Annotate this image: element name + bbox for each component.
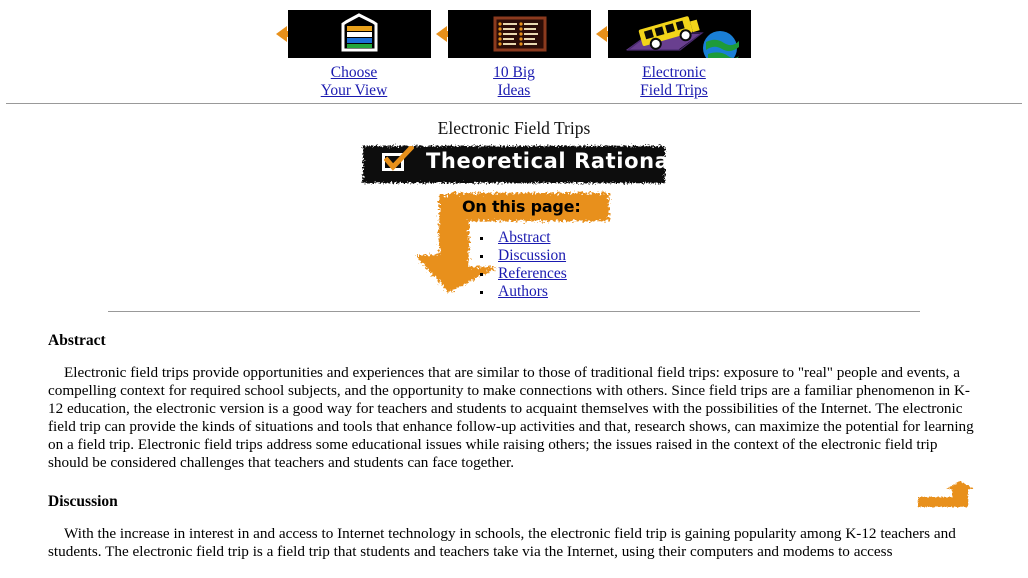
checkbox-check-icon <box>384 146 414 171</box>
list-item[interactable]: Abstract <box>477 229 567 247</box>
on-this-page-list: Abstract Discussion References Authors <box>477 229 567 301</box>
discussion-paragraph: With the increase in interest in and acc… <box>48 524 956 560</box>
on-this-page-region: On this page: Abstract Discussion Refere… <box>0 189 1028 301</box>
nav-label-line-1[interactable]: Electronic <box>640 64 708 82</box>
nav-label-choose-your-view[interactable]: Choose Your View <box>321 64 388 99</box>
on-this-page-label: On this page: <box>462 197 581 216</box>
nav-label-line-1[interactable]: Choose <box>321 64 388 82</box>
nav-thumbnail-10-big-ideas[interactable] <box>434 6 594 61</box>
nav-thumbnail-choose-your-view[interactable] <box>274 6 434 61</box>
nav-item-10-big-ideas[interactable]: 10 Big Ideas <box>434 6 594 99</box>
abstract-paragraph: Electronic field trips provide opportuni… <box>48 364 974 472</box>
nav-item-electronic-field-trips[interactable]: Electronic Field Trips <box>594 6 754 99</box>
curved-up-arrow-icon[interactable] <box>916 480 978 511</box>
nav-label-10-big-ideas[interactable]: 10 Big Ideas <box>493 64 535 99</box>
nav-label-line-1[interactable]: 10 Big <box>493 64 535 82</box>
list-board-icon <box>448 10 591 58</box>
link-abstract[interactable]: Abstract <box>498 229 551 246</box>
main-content: Abstract Electronic field trips provide … <box>0 332 1028 561</box>
nav-label-line-2[interactable]: Field Trips <box>640 82 708 100</box>
header-divider <box>6 103 1022 104</box>
content-divider <box>108 311 920 312</box>
nav-label-line-2[interactable]: Ideas <box>493 82 535 100</box>
banner-title: Theoretical Rationale <box>426 149 693 173</box>
layered-view-icon <box>288 10 431 58</box>
top-navigation: Choose Your View 10 Big Ideas Electronic… <box>0 0 1028 99</box>
abstract-heading: Abstract <box>48 332 106 349</box>
link-references[interactable]: References <box>498 265 567 282</box>
discussion-heading: Discussion <box>48 492 118 510</box>
link-authors[interactable]: Authors <box>498 283 548 300</box>
link-discussion[interactable]: Discussion <box>498 247 566 264</box>
list-item[interactable]: Discussion <box>477 247 567 265</box>
nav-label-line-2[interactable]: Your View <box>321 82 388 100</box>
school-bus-globe-icon <box>608 10 751 58</box>
nav-item-choose-your-view[interactable]: Choose Your View <box>274 6 434 99</box>
theoretical-rationale-banner: Theoretical Rationale <box>360 142 691 187</box>
list-item[interactable]: References <box>477 265 567 283</box>
list-item[interactable]: Authors <box>477 283 567 301</box>
banner-region: Theoretical Rationale <box>0 142 1028 187</box>
page-title: Electronic Field Trips <box>437 118 591 138</box>
nav-label-electronic-field-trips[interactable]: Electronic Field Trips <box>640 64 708 99</box>
nav-thumbnail-electronic-field-trips[interactable] <box>594 6 754 61</box>
